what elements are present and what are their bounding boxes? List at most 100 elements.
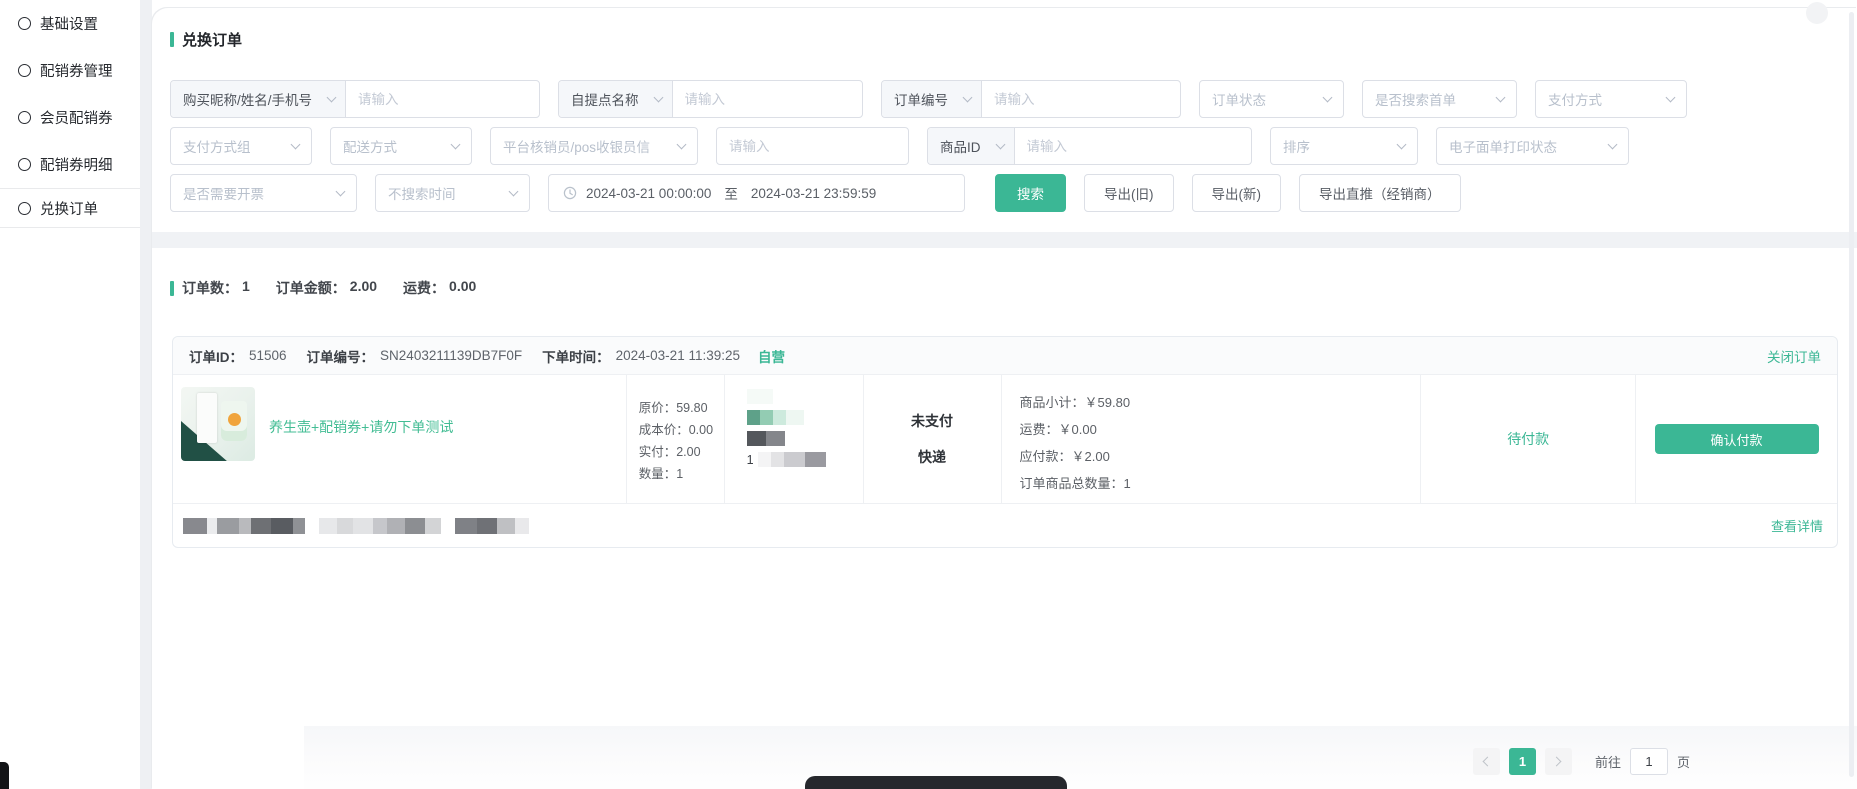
chevron-down-icon (1496, 93, 1506, 103)
product-column: 养生壶+配销券+请勿下单测试 (173, 375, 626, 503)
current-page-button[interactable]: 1 (1509, 748, 1536, 775)
order-state-text: 待付款 (1507, 429, 1549, 449)
redacted-blocks (455, 518, 529, 534)
confirm-payment-button[interactable]: 确认付款 (1655, 424, 1819, 454)
title-accent-bar (170, 32, 174, 47)
sort-select[interactable]: 排序 (1270, 127, 1418, 165)
sidebar-item-exchange-orders[interactable]: 兑换订单 (0, 188, 140, 228)
chevron-down-icon (327, 93, 337, 103)
page-title-text: 兑换订单 (182, 29, 242, 50)
radio-circle-icon (18, 202, 31, 215)
floating-button-partial[interactable] (1806, 2, 1828, 24)
order-status-placeholder: 订单状态 (1212, 89, 1266, 109)
payment-method-select[interactable]: 支付方式 (1535, 80, 1687, 118)
price-line: 成本价：0.00 (639, 419, 724, 441)
sidebar-item-member-coupon[interactable]: 会员配销券 (0, 94, 140, 141)
page-unit-label: 页 (1677, 752, 1690, 771)
summary-value: 0.00 (449, 278, 476, 298)
filter-toolbar: 购买昵称/姓名/手机号 自提点名称 订单 (170, 80, 1857, 212)
label-card-shape (197, 393, 217, 443)
buyer-filter-type-select[interactable]: 购买昵称/姓名/手机号 (171, 81, 346, 117)
order-card-footer: 查看详情 (173, 503, 1837, 547)
export-direct-button[interactable]: 导出直推（经销商） (1299, 174, 1461, 212)
chevron-down-icon (451, 140, 461, 150)
chevron-down-icon (336, 187, 346, 197)
verifier-input[interactable] (717, 128, 908, 164)
sidebar-item-label: 配销券明细 (40, 154, 113, 175)
verifier-select[interactable]: 平台核销员/pos收银员信 (490, 127, 698, 165)
filter-row-3: 是否需要开票 不搜索时间 2024-03-21 00:00:00 至 (170, 174, 1857, 212)
view-detail-link[interactable]: 查看详情 (1771, 516, 1823, 535)
chevron-down-icon (1323, 93, 1333, 103)
product-id-type-select[interactable]: 商品ID (928, 128, 1015, 164)
scrollbar[interactable] (1849, 12, 1854, 777)
date-range-picker[interactable]: 2024-03-21 00:00:00 至 2024-03-21 23:59:5… (548, 174, 965, 212)
main-panel: 兑换订单 购买昵称/姓名/手机号 自提点名称 (152, 8, 1857, 789)
redacted-blocks (319, 518, 441, 534)
sidebar-item-coupon-management[interactable]: 配销券管理 (0, 47, 140, 94)
sidebar-item-coupon-detail[interactable]: 配销券明细 (0, 141, 140, 188)
order-sn-input[interactable] (982, 81, 1180, 117)
order-sn-type-select[interactable]: 订单编号 (882, 81, 982, 117)
buyer-filter-input[interactable] (346, 81, 539, 117)
date-range-separator: 至 (724, 183, 738, 203)
price-line: 数量：1 (639, 463, 724, 485)
chevron-right-icon (1552, 757, 1562, 767)
export-old-button[interactable]: 导出(旧) (1084, 174, 1174, 212)
product-id-input[interactable] (1015, 128, 1252, 164)
shipping-method: 快递 (918, 447, 946, 467)
prev-page-button[interactable] (1473, 748, 1500, 775)
pickup-point-type-select[interactable]: 自提点名称 (559, 81, 673, 117)
time-search-mode-placeholder: 不搜索时间 (388, 183, 456, 203)
sidebar: 基础设置 配销券管理 会员配销券 配销券明细 兑换订单 (0, 0, 140, 789)
product-name-link[interactable]: 养生壶+配销券+请勿下单测试 (269, 417, 453, 503)
chevron-left-icon (1483, 757, 1493, 767)
order-card-header: 订单ID： 51506 订单编号： SN2403211139DB7F0F 下单时… (173, 337, 1837, 375)
payment-method-placeholder: 支付方式 (1548, 89, 1602, 109)
page: 基础设置 配销券管理 会员配销券 配销券明细 兑换订单 兑换订单 (0, 0, 1857, 789)
totals-line: 商品小计：￥59.80 (1020, 389, 1421, 416)
next-page-button[interactable] (1545, 748, 1572, 775)
page-number-input[interactable] (1630, 748, 1668, 775)
order-status-select[interactable]: 订单状态 (1199, 80, 1344, 118)
filter-row-2: 支付方式组 配送方式 平台核销员/pos收银员信 (170, 127, 1857, 165)
chevron-down-icon (677, 140, 687, 150)
redacted-prefix-digit: 1 (747, 453, 754, 467)
totals-column: 商品小计：￥59.80 运费：￥0.00 应付款：￥2.00 订单商品总数量：1 (1001, 375, 1421, 503)
invoice-needed-select[interactable]: 是否需要开票 (170, 174, 357, 212)
sidebar-item-basic-settings[interactable]: 基础设置 (0, 0, 140, 47)
pickup-point-input[interactable] (673, 81, 863, 117)
payment-group-select[interactable]: 支付方式组 (170, 127, 312, 165)
export-new-button[interactable]: 导出(新) (1192, 174, 1282, 212)
price-line: 原价：59.80 (639, 397, 724, 419)
delivery-method-select[interactable]: 配送方式 (330, 127, 472, 165)
chevron-down-icon (1397, 140, 1407, 150)
order-state-column: 待付款 (1420, 375, 1635, 503)
radio-circle-icon (18, 17, 31, 30)
sidebar-item-label: 兑换订单 (40, 198, 98, 219)
summary-label: 订单金额： (276, 278, 346, 298)
sidebar-item-label: 基础设置 (40, 13, 98, 34)
sidebar-gutter (140, 0, 152, 789)
section-divider-band (152, 232, 1857, 248)
payment-group-placeholder: 支付方式组 (183, 136, 251, 156)
first-order-select[interactable]: 是否搜索首单 (1362, 80, 1517, 118)
radio-circle-icon (18, 64, 31, 77)
summary-freight: 运费： 0.00 (403, 278, 476, 298)
waybill-print-status-placeholder: 电子面单打印状态 (1449, 136, 1557, 156)
time-search-mode-select[interactable]: 不搜索时间 (375, 174, 530, 212)
payment-status: 未支付 (911, 411, 953, 431)
search-button[interactable]: 搜索 (995, 174, 1066, 212)
delivery-method-placeholder: 配送方式 (343, 136, 397, 156)
sort-placeholder: 排序 (1283, 136, 1310, 156)
buyer-filter-field: 购买昵称/姓名/手机号 (170, 80, 540, 118)
pickup-point-filter-field: 自提点名称 (558, 80, 863, 118)
waybill-print-status-select[interactable]: 电子面单打印状态 (1436, 127, 1629, 165)
filter-row-1: 购买昵称/姓名/手机号 自提点名称 订单 (170, 80, 1857, 118)
orders-summary: 订单数： 1 订单金额： 2.00 运费： 0.00 (170, 278, 1857, 298)
close-order-link[interactable]: 关闭订单 (1767, 346, 1821, 366)
order-card: 订单ID： 51506 订单编号： SN2403211139DB7F0F 下单时… (172, 336, 1838, 548)
order-sn-filter-field: 订单编号 (881, 80, 1181, 118)
chevron-down-icon (1666, 93, 1676, 103)
product-image[interactable] (181, 387, 255, 461)
